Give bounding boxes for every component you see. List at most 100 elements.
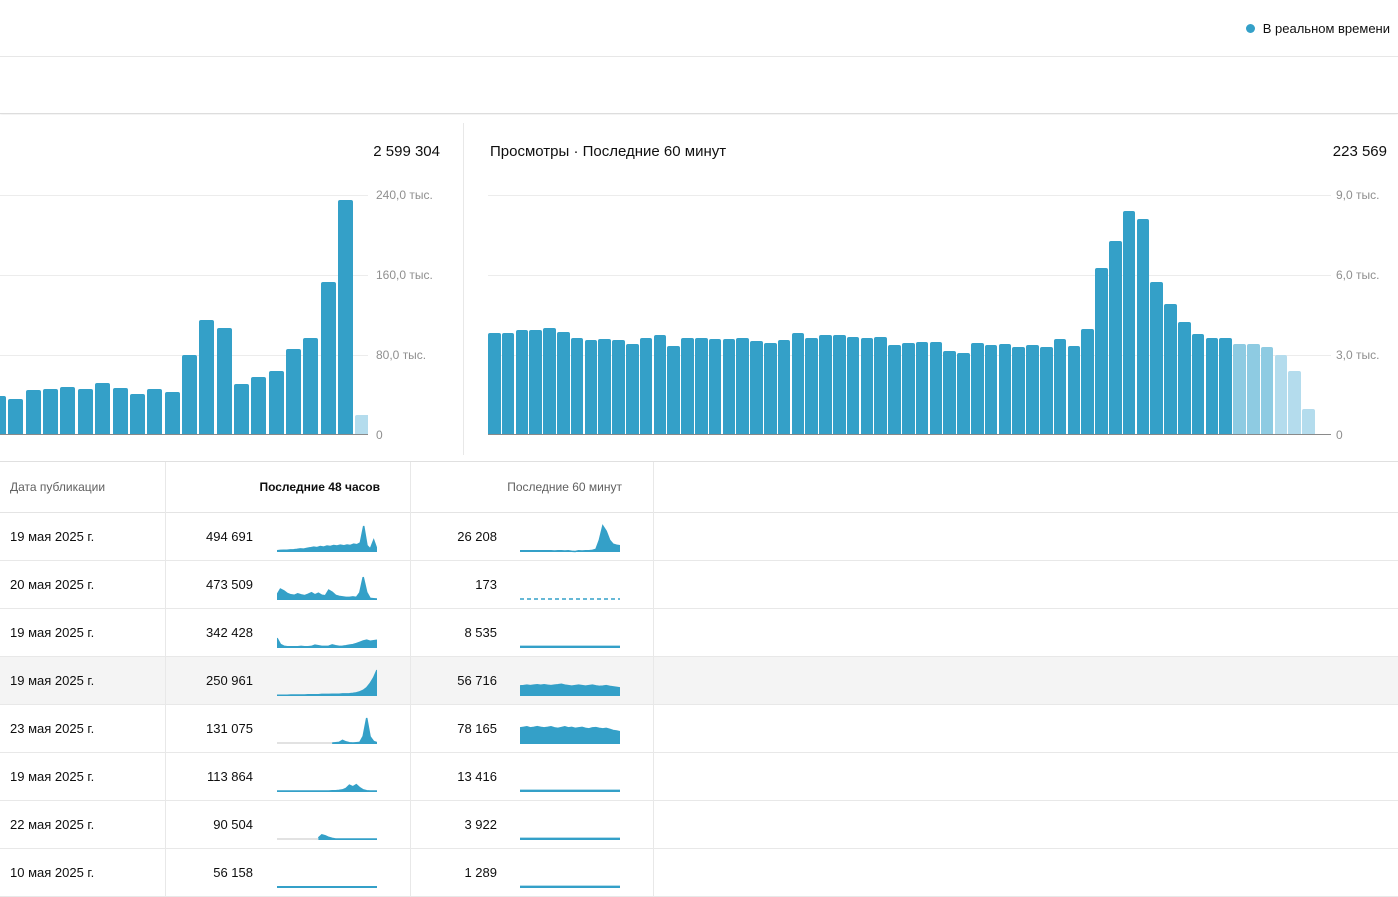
table-header-row: Дата публикации Последние 48 часов После… (0, 462, 1398, 513)
chart-bar (8, 399, 24, 434)
sparkline-60min (520, 789, 620, 792)
chart-bar (888, 344, 901, 434)
chart-bar (43, 389, 59, 434)
y-axis-tick-label: 240,0 тыс. (376, 188, 433, 202)
chart-bar (764, 342, 777, 434)
chart-bar (1040, 347, 1053, 434)
sparkline-48h (277, 717, 377, 744)
chart-bar (1247, 344, 1260, 434)
chart-bar (233, 384, 249, 434)
chart-bar (338, 200, 353, 434)
chart-bar (722, 339, 736, 434)
sparkline-48h (277, 576, 377, 600)
views-60min-value: 1 289 (464, 865, 497, 880)
chart-bar (355, 415, 368, 434)
column-divider (165, 462, 166, 897)
chart-bar (1191, 334, 1205, 434)
table-row[interactable]: 19 мая 2025 г. 342 428 8 535 (0, 609, 1398, 657)
chart-bar (626, 344, 639, 434)
y-axis-tick-label: 160,0 тыс. (376, 268, 433, 282)
table-row[interactable]: 10 мая 2025 г. 56 158 1 289 (0, 849, 1398, 897)
sparkline-60min (520, 725, 620, 744)
chart-bar (1053, 338, 1067, 434)
publish-date: 22 мая 2025 г. (10, 817, 95, 832)
views-48h-value: 473 509 (206, 577, 253, 592)
column-header-last-60min[interactable]: Последние 60 минут (410, 462, 622, 513)
views-60min-value: 173 (475, 577, 497, 592)
chart-bar (653, 335, 667, 434)
table-row[interactable]: 19 мая 2025 г. 250 961 56 716 (0, 657, 1398, 705)
column-header-last-48h[interactable]: Последние 48 часов (165, 462, 380, 513)
column-divider (410, 462, 411, 897)
chart-bar (25, 390, 41, 434)
chart-bar (112, 388, 128, 434)
sparkline-48h (277, 833, 377, 840)
left-chart-plot-48h[interactable] (0, 190, 368, 435)
gridline (0, 275, 368, 276)
y-axis-tick-label: 0 (1336, 428, 1343, 442)
publish-date: 10 мая 2025 г. (10, 865, 95, 880)
chart-bar (1150, 282, 1163, 434)
column-header-publish-date[interactable]: Дата публикации (10, 462, 105, 513)
chart-bar (681, 338, 694, 434)
table-row[interactable]: 23 мая 2025 г. 131 075 78 165 (0, 705, 1398, 753)
y-axis-tick-label: 3,0 тыс. (1336, 348, 1380, 362)
videos-table: Дата публикации Последние 48 часов После… (0, 462, 1398, 897)
views-60min-value: 56 716 (457, 673, 497, 688)
chart-bar (1109, 240, 1122, 434)
chart-bar (501, 333, 515, 434)
table-row[interactable]: 22 мая 2025 г. 90 504 3 922 (0, 801, 1398, 849)
chart-bar (667, 345, 680, 434)
right-chart-plot-60min[interactable] (488, 190, 1331, 435)
sparkline-48h (277, 669, 377, 696)
chart-bar (543, 328, 556, 434)
sparkline-60min (520, 645, 620, 648)
chart-bar (1288, 371, 1301, 434)
table-row[interactable]: 19 мая 2025 г. 494 691 26 208 (0, 513, 1398, 561)
chart-bar (1219, 338, 1232, 434)
chart-bar (971, 343, 984, 434)
table-body: 19 мая 2025 г. 494 691 26 208 20 мая 2025 г… (0, 513, 1398, 897)
chart-bar (1274, 355, 1288, 434)
views-48h-value: 250 961 (206, 673, 253, 688)
chart-bar (77, 389, 93, 434)
chart-bar (95, 383, 111, 434)
views-48h-value: 494 691 (206, 529, 253, 544)
chart-bar (846, 336, 860, 434)
table-row[interactable]: 20 мая 2025 г. 473 509 173 (0, 561, 1398, 609)
table-row[interactable]: 19 мая 2025 г. 113 864 13 416 (0, 753, 1398, 801)
views-60min-value: 8 535 (464, 625, 497, 640)
chart-bar (164, 392, 180, 434)
chart-bar (1205, 338, 1219, 434)
chart-bar (902, 342, 915, 434)
chart-bar (736, 337, 749, 434)
chart-bar (805, 337, 818, 434)
chart-bar (0, 396, 6, 434)
chart-bar (639, 337, 653, 434)
chart-bar (1136, 218, 1150, 434)
secondary-header-bar (0, 58, 1398, 114)
chart-bar (791, 333, 805, 434)
chart-bar (984, 344, 998, 434)
views-48h-value: 90 504 (213, 817, 253, 832)
publish-date: 20 мая 2025 г. (10, 577, 95, 592)
top-header-bar: В реальном времени (0, 0, 1398, 57)
chart-bar (1260, 347, 1274, 434)
views-60min-value: 26 208 (457, 529, 497, 544)
chart-bar (777, 340, 791, 434)
chart-bar (1095, 268, 1108, 434)
sparkline-60min (520, 524, 620, 553)
sparkline-60min (520, 885, 620, 888)
publish-date: 19 мая 2025 г. (10, 529, 95, 544)
chart-bar (1302, 408, 1315, 434)
column-divider (653, 462, 654, 897)
sparkline-60min (520, 683, 620, 696)
publish-date: 19 мая 2025 г. (10, 625, 95, 640)
realtime-dot-icon (1245, 24, 1255, 33)
y-axis-tick-label: 6,0 тыс. (1336, 268, 1380, 282)
y-axis-tick-label: 0 (376, 428, 383, 442)
chart-bar (199, 320, 215, 434)
chart-bar (708, 339, 722, 434)
y-axis-tick-label: 9,0 тыс. (1336, 188, 1380, 202)
chart-bar (60, 387, 76, 434)
